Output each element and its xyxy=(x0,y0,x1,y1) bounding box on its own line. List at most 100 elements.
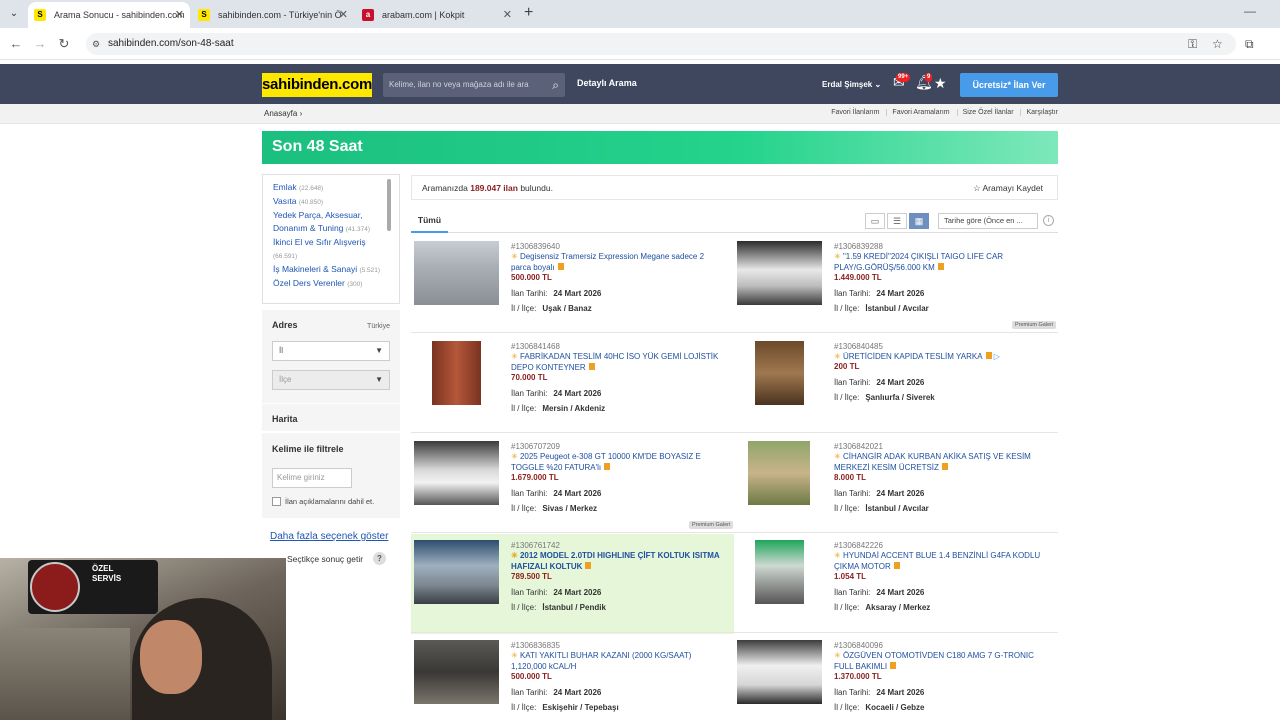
search-icon[interactable]: ⌕ xyxy=(552,73,559,97)
listing-photo[interactable] xyxy=(414,640,499,704)
category-yedek-parca[interactable]: Yedek Parça, Aksesuar, Donanım & Tuning … xyxy=(273,209,385,236)
listing-card[interactable]: #1306841468 ✳ FABRİKADAN TESLİM 40HC İSO… xyxy=(411,335,734,435)
bookmark-star-icon[interactable]: ☆ xyxy=(1212,37,1223,51)
listing-id: #1306840096 xyxy=(834,641,883,650)
category-is-makineleri[interactable]: İş Makineleri & Sanayi (5.521) xyxy=(273,263,385,277)
username-label: Erdal Şimşek xyxy=(822,80,873,89)
listing-title[interactable]: ✳ FABRİKADAN TESLİM 40HC İSO YÜK GEMİ LO… xyxy=(511,352,721,373)
listing-card[interactable]: #1306839288 ✳ "1.59 KREDİ"2024 ÇIKIŞLI T… xyxy=(734,235,1057,335)
compare-link[interactable]: Karşılaştır xyxy=(1020,109,1058,116)
listing-card[interactable]: #1306840096 ✳ ÖZGÜVEN OTOMOTİVDEN C180 A… xyxy=(734,634,1057,720)
include-description-checkbox[interactable] xyxy=(272,497,281,506)
province-select[interactable]: İl ▼ xyxy=(272,341,390,361)
listing-card[interactable]: #1306836835 ✳ KATI YAKITLI BUHAR KAZANI … xyxy=(411,634,734,720)
listing-title[interactable]: ✳ CİHANGİR ADAK KURBAN AKİKA SATIŞ VE KE… xyxy=(834,452,1044,473)
listing-title[interactable]: ✳ Degisensiz Tramersiz Expression Megane… xyxy=(511,252,721,273)
tab-search-icon[interactable]: ⌄ xyxy=(6,6,22,22)
save-search-button[interactable]: ☆ Aramayı Kaydet xyxy=(973,183,1043,194)
listing-photo[interactable] xyxy=(414,441,499,505)
doping-icon: ✳ xyxy=(834,651,841,660)
category-scrollbar[interactable] xyxy=(387,179,391,231)
page-title: Son 48 Saat xyxy=(272,138,363,155)
listing-title[interactable]: ✳ 2025 Peugeot e-308 GT 10000 KM'DE BOYA… xyxy=(511,452,721,473)
info-icon[interactable]: i xyxy=(1043,215,1054,226)
tab-close-icon[interactable]: ✕ xyxy=(503,2,512,28)
user-menu[interactable]: Erdal Şimşek ⌄ xyxy=(822,80,881,89)
flag-icon xyxy=(941,462,948,470)
premium-gallery-badge: Premium Galeri xyxy=(1012,321,1057,329)
extensions-icon[interactable]: ⧉ xyxy=(1245,37,1254,52)
listing-title[interactable]: ✳ ÖZGÜVEN OTOMOTİVDEN C180 AMG 7 G-TRONI… xyxy=(834,651,1044,672)
special-listings-link[interactable]: Size Özel İlanlar xyxy=(956,109,1014,116)
new-tab-icon[interactable]: + xyxy=(524,4,533,22)
category-vasita[interactable]: Vasıta (40.850) xyxy=(273,195,385,209)
tab-title: arabam.com | Kokpit xyxy=(382,10,465,20)
address-title: Adres xyxy=(272,320,298,330)
listing-photo[interactable] xyxy=(414,540,499,604)
category-ozel-ders[interactable]: Özel Ders Verenler (300) xyxy=(273,277,385,291)
list-view-icon[interactable]: ☰ xyxy=(887,213,907,229)
listing-title[interactable]: ✳ KATI YAKITLI BUHAR KAZANI (2000 KG/SAA… xyxy=(511,651,721,672)
district-select[interactable]: İlçe ▼ xyxy=(272,370,390,390)
forward-icon[interactable]: → xyxy=(32,36,48,51)
keyword-input[interactable]: Kelime giriniz xyxy=(272,468,352,488)
detailed-search-link[interactable]: Detaylı Arama xyxy=(577,78,637,88)
back-icon[interactable]: ← xyxy=(8,36,24,51)
listing-photo[interactable] xyxy=(414,241,499,305)
browser-tab-active[interactable]: S Arama Sonucu - sahibinden.com ✕ xyxy=(28,2,190,28)
listing-price: 789.500 TL xyxy=(511,572,552,581)
grid-view-icon[interactable]: ▦ xyxy=(909,213,929,229)
webcam-background xyxy=(0,628,130,720)
minimize-icon[interactable]: — xyxy=(1244,4,1256,18)
sub-navigation: Anasayfa › Favori İlanlarım Favori Arama… xyxy=(0,104,1280,124)
breadcrumb-home[interactable]: Anasayfa xyxy=(264,109,297,118)
tab-all[interactable]: Tümü xyxy=(411,208,448,233)
tab-close-icon[interactable]: ✕ xyxy=(175,2,184,28)
site-logo[interactable]: sahibinden.com xyxy=(262,73,372,97)
listing-card[interactable]: #1306842021 ✳ CİHANGİR ADAK KURBAN AKİKA… xyxy=(734,435,1057,535)
listing-card-highlighted[interactable]: #1306761742 ✳ 2012 MODEL 2.0TDI HIGHLINE… xyxy=(411,534,734,634)
url-input[interactable]: ⚙ sahibinden.com/son-48-saat xyxy=(86,33,1236,55)
category-emlak[interactable]: Emlak (22.648) xyxy=(273,181,385,195)
listing-photo[interactable] xyxy=(748,441,810,505)
listing-date: İlan Tarihi: 24 Mart 2026 xyxy=(511,688,602,697)
listing-photo[interactable] xyxy=(755,341,804,405)
listing-card[interactable]: #1306839640 ✳ Degisensiz Tramersiz Expre… xyxy=(411,235,734,335)
category-ikinci-el[interactable]: İkinci El ve Sıfır Alışveriş (66.591) xyxy=(273,236,385,263)
table-view-icon[interactable]: ▭ xyxy=(865,213,885,229)
listing-title[interactable]: ✳ 2012 MODEL 2.0TDI HIGHLINE ÇİFT KOLTUK… xyxy=(511,551,721,572)
listing-card[interactable]: #1306707209 ✳ 2025 Peugeot e-308 GT 1000… xyxy=(411,435,734,535)
listing-location: İl / İlçe: İstanbul / Avcılar xyxy=(834,504,929,513)
favorite-searches-link[interactable]: Favori Aramalarım xyxy=(886,109,950,116)
notifications-badge: 9 xyxy=(925,73,933,82)
breadcrumb[interactable]: Anasayfa › xyxy=(264,109,302,118)
listing-photo[interactable] xyxy=(737,640,822,704)
listing-card[interactable]: #1306840485 ✳ ÜRETİCİDEN KAPIDA TESLİM Y… xyxy=(734,335,1057,435)
post-ad-button[interactable]: Ücretsiz* İlan Ver xyxy=(960,73,1058,97)
listing-photo[interactable] xyxy=(737,241,822,305)
favorites-star-icon[interactable]: ★ xyxy=(934,75,947,92)
password-key-icon[interactable]: ⚿ xyxy=(1188,37,1197,52)
flag-icon xyxy=(604,462,611,470)
listing-title[interactable]: ✳ "1.59 KREDİ"2024 ÇIKIŞLI TAIGO LIFE CA… xyxy=(834,252,1044,273)
tab-close-icon[interactable]: ✕ xyxy=(339,2,348,28)
address-country[interactable]: Türkiye xyxy=(367,323,390,330)
site-search-input[interactable]: Kelime, ilan no veya mağaza adı ile ara … xyxy=(383,73,565,97)
listing-photo[interactable] xyxy=(755,540,804,604)
site-header: sahibinden.com Kelime, ilan no veya mağa… xyxy=(0,64,1280,104)
listing-date: İlan Tarihi: 24 Mart 2026 xyxy=(834,688,925,697)
sort-select[interactable]: Tarihe göre (Önce en ... xyxy=(938,213,1038,229)
reload-icon[interactable]: ↻ xyxy=(56,36,72,52)
map-filter[interactable]: Harita xyxy=(262,403,400,431)
listing-title[interactable]: ✳ ÜRETİCİDEN KAPIDA TESLİM YARKA ▷ xyxy=(834,352,1044,363)
listing-location: İl / İlçe: Aksaray / Merkez xyxy=(834,603,931,612)
browser-tab[interactable]: a arabam.com | Kokpit ✕ xyxy=(356,2,518,28)
site-info-icon[interactable]: ⚙ xyxy=(92,33,100,55)
favorite-listings-link[interactable]: Favori İlanlarım xyxy=(826,109,879,116)
browser-tab[interactable]: S sahibinden.com - Türkiye'nin Ö ✕ xyxy=(192,2,354,28)
listing-card[interactable]: #1306842226 ✳ HYUNDAİ ACCENT BLUE 1.4 BE… xyxy=(734,534,1057,634)
listing-photo[interactable] xyxy=(432,341,481,405)
help-icon[interactable]: ? xyxy=(373,552,386,565)
more-options-link[interactable]: Daha fazla seçenek göster xyxy=(270,531,388,542)
listing-title[interactable]: ✳ HYUNDAİ ACCENT BLUE 1.4 BENZİNLİ G4FA … xyxy=(834,551,1044,572)
